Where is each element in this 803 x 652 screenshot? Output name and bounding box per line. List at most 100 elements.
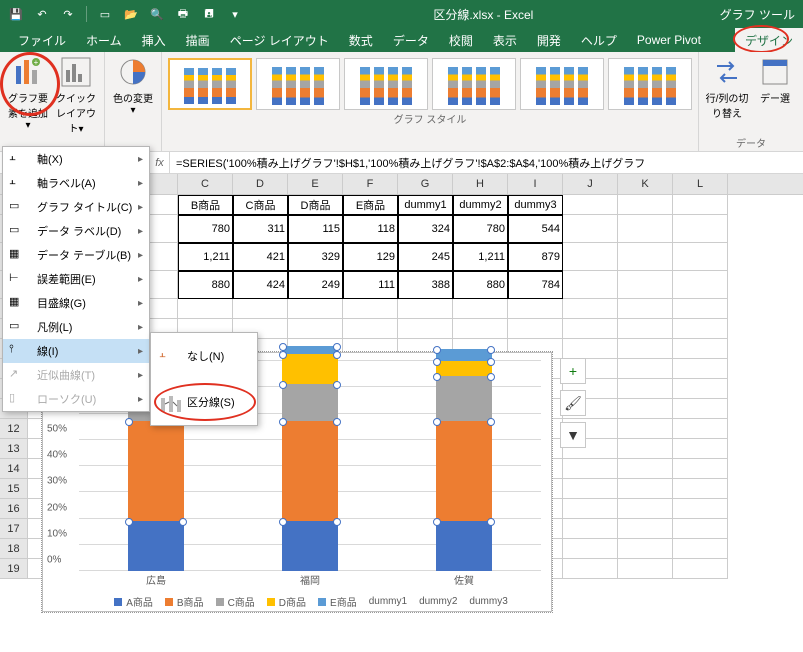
cell[interactable] <box>398 299 453 319</box>
cell[interactable] <box>618 359 673 379</box>
bar-segment[interactable] <box>282 521 338 571</box>
menu-data-label[interactable]: ▭データ ラベル(D)▸ <box>3 219 149 243</box>
row-header[interactable]: 14 <box>0 459 28 479</box>
tab-data[interactable]: データ <box>383 28 439 52</box>
tab-home[interactable]: ホーム <box>76 28 132 52</box>
cell[interactable] <box>563 299 618 319</box>
cell[interactable] <box>618 559 673 579</box>
data-cell[interactable]: 780 <box>453 215 508 243</box>
table-header[interactable]: dummy2 <box>453 195 508 215</box>
tab-view[interactable]: 表示 <box>483 28 527 52</box>
legend-item[interactable]: dummy2 <box>419 594 457 609</box>
tab-formula[interactable]: 数式 <box>339 28 383 52</box>
col-header[interactable]: E <box>288 174 343 194</box>
table-header[interactable]: dummy3 <box>508 195 563 215</box>
bar-segment[interactable] <box>282 384 338 422</box>
chart-style-2[interactable] <box>256 58 340 110</box>
cell[interactable] <box>673 519 728 539</box>
tab-design[interactable]: デザイン <box>735 28 803 52</box>
cell[interactable] <box>673 243 728 271</box>
submenu-none[interactable]: ⫠ なし(N) <box>151 333 257 379</box>
cell[interactable] <box>618 439 673 459</box>
cell[interactable] <box>673 359 728 379</box>
chart-style-4[interactable] <box>432 58 516 110</box>
cell[interactable] <box>618 539 673 559</box>
cell[interactable] <box>673 459 728 479</box>
cell[interactable] <box>673 339 728 359</box>
row-header[interactable]: 15 <box>0 479 28 499</box>
data-cell[interactable]: 129 <box>343 243 398 271</box>
bar-segment[interactable] <box>436 421 492 521</box>
cell[interactable] <box>563 499 618 519</box>
data-cell[interactable]: 115 <box>288 215 343 243</box>
add-chart-element-button[interactable]: + グラフ要素を追加▾ <box>6 54 50 120</box>
cell[interactable] <box>343 319 398 339</box>
cell[interactable] <box>673 195 728 215</box>
cell[interactable] <box>563 539 618 559</box>
change-color-button[interactable]: 色の変更▾ <box>111 54 155 120</box>
save-icon[interactable]: 💾 <box>4 2 28 26</box>
chart-style-5[interactable] <box>520 58 604 110</box>
cell[interactable] <box>673 319 728 339</box>
data-cell[interactable]: 118 <box>343 215 398 243</box>
switch-row-col-button[interactable]: 行/列の切り替え <box>705 54 749 120</box>
data-cell[interactable]: 880 <box>453 271 508 299</box>
cell[interactable] <box>673 299 728 319</box>
cell[interactable] <box>618 299 673 319</box>
cell[interactable] <box>288 299 343 319</box>
bar-segment[interactable] <box>282 346 338 354</box>
col-header[interactable]: K <box>618 174 673 194</box>
data-cell[interactable]: 329 <box>288 243 343 271</box>
legend-item[interactable]: dummy1 <box>369 594 407 609</box>
menu-legend[interactable]: ▭凡例(L)▸ <box>3 315 149 339</box>
cell[interactable] <box>673 439 728 459</box>
bar-segment[interactable] <box>128 521 184 571</box>
cell[interactable] <box>618 243 673 271</box>
cell[interactable] <box>178 299 233 319</box>
tab-powerpivot[interactable]: Power Pivot <box>627 28 711 52</box>
cell[interactable] <box>618 399 673 419</box>
table-header[interactable]: D商品 <box>288 195 343 215</box>
table-header[interactable]: dummy1 <box>398 195 453 215</box>
data-cell[interactable]: 311 <box>233 215 288 243</box>
tab-file[interactable]: ファイル <box>8 28 76 52</box>
bar-segment[interactable] <box>282 354 338 384</box>
undo-icon[interactable]: ↶ <box>30 2 54 26</box>
bar-segment[interactable] <box>436 376 492 421</box>
tab-help[interactable]: ヘルプ <box>571 28 627 52</box>
col-header[interactable]: D <box>233 174 288 194</box>
cell[interactable] <box>673 539 728 559</box>
data-cell[interactable]: 1,211 <box>178 243 233 271</box>
tab-draw[interactable]: 描画 <box>176 28 220 52</box>
cell[interactable] <box>343 299 398 319</box>
cell[interactable] <box>618 215 673 243</box>
table-header[interactable]: B商品 <box>178 195 233 215</box>
new-icon[interactable]: ▭ <box>93 2 117 26</box>
legend-item[interactable]: C商品 <box>216 594 255 609</box>
chart-style-3[interactable] <box>344 58 428 110</box>
cell[interactable] <box>398 319 453 339</box>
col-header[interactable]: H <box>453 174 508 194</box>
col-header[interactable]: F <box>343 174 398 194</box>
menu-chart-title[interactable]: ▭グラフ タイトル(C)▸ <box>3 195 149 219</box>
bar-segment[interactable] <box>436 349 492 362</box>
data-cell[interactable]: 784 <box>508 271 563 299</box>
chart-elements-button[interactable]: + <box>560 358 586 384</box>
chart-legend[interactable]: A商品B商品C商品D商品E商品dummy1dummy2dummy3 <box>79 594 543 609</box>
data-cell[interactable]: 1,211 <box>453 243 508 271</box>
more-icon[interactable]: ▾ <box>223 2 247 26</box>
data-cell[interactable]: 388 <box>398 271 453 299</box>
formula-input[interactable]: =SERIES('100%積み上げグラフ'!$H$1,'100%積み上げグラフ'… <box>170 155 803 171</box>
data-cell[interactable]: 880 <box>178 271 233 299</box>
cell[interactable] <box>673 271 728 299</box>
data-cell[interactable]: 424 <box>233 271 288 299</box>
legend-item[interactable]: E商品 <box>318 594 357 609</box>
fx-icon[interactable]: fx <box>150 152 170 173</box>
chart-filters-button[interactable]: ▼ <box>560 422 586 448</box>
bar-segment[interactable] <box>128 421 184 521</box>
cell[interactable] <box>618 519 673 539</box>
bar-segment[interactable] <box>436 521 492 571</box>
cell[interactable] <box>453 319 508 339</box>
chart-style-1[interactable] <box>168 58 252 110</box>
legend-item[interactable]: dummy3 <box>469 594 507 609</box>
